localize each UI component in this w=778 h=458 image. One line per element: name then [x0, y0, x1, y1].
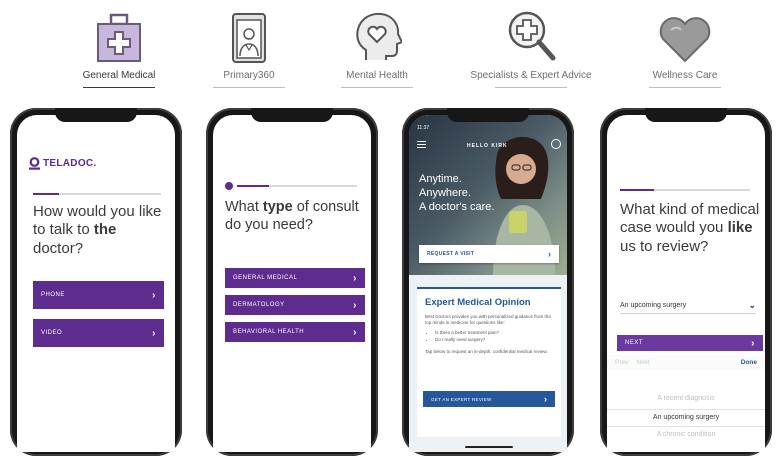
expert-review-label: GET AN EXPERT REVIEW — [431, 396, 492, 402]
expert-card: Expert Medical Opinion Best Doctors prov… — [417, 287, 561, 437]
expert-review-button[interactable]: GET AN EXPERT REVIEW › — [423, 391, 555, 407]
doctor-card-icon — [232, 13, 266, 63]
category-specialists[interactable]: Specialists & Expert Advice — [456, 8, 606, 88]
category-underline — [213, 87, 285, 88]
magnifier-plus-icon — [508, 11, 556, 61]
category-underline — [649, 87, 721, 88]
request-visit-button[interactable]: REQUEST A VISIT › — [419, 245, 559, 263]
phone-3-screen: 11:37 HELLO KIRK Anytime. Anywhere. A doct… — [409, 115, 567, 452]
chevron-right-icon: › — [353, 272, 357, 284]
chevron-right-icon: › — [548, 249, 551, 259]
general-medical-option[interactable]: GENERAL MEDICAL › — [225, 268, 365, 288]
phone-1-screen: TELADOC. How would you like to talk to t… — [17, 115, 175, 452]
phone-2: What type of consult do you need? GENERA… — [206, 108, 378, 456]
chevron-right-icon: › — [152, 289, 156, 301]
back-arrow-icon[interactable] — [225, 182, 233, 190]
chevron-right-icon: › — [353, 299, 357, 311]
greeting-header: HELLO KIRK — [467, 143, 508, 149]
category-general-medical[interactable]: General Medical — [44, 8, 194, 88]
list-item: Do I really need surgery? — [435, 337, 561, 344]
category-label: Mental Health — [346, 70, 408, 81]
picker-option[interactable]: A recent diagnosis — [607, 395, 765, 409]
category-label: Specialists & Expert Advice — [470, 70, 592, 81]
select-value: An upcoming surgery — [620, 301, 687, 309]
question-text: What kind of medical case would you like… — [620, 201, 760, 255]
card-body: Best Doctors provides you with personali… — [425, 314, 551, 326]
medical-kit-icon — [97, 13, 141, 62]
head-heart-icon — [356, 12, 402, 60]
picker-next-button[interactable]: Next — [636, 359, 649, 366]
option-label: BEHAVIORAL HEALTH — [233, 329, 305, 335]
heart-icon — [659, 17, 711, 63]
category-underline — [495, 87, 567, 88]
video-option-button[interactable]: VIDEO › — [33, 319, 164, 347]
card-bullets: Is there a better treatment plan? Do I r… — [417, 330, 561, 344]
picker-done-button[interactable]: Done — [741, 359, 757, 366]
chevron-right-icon: › — [152, 327, 156, 339]
picker-option[interactable]: A chronic condition — [607, 427, 765, 441]
card-footer: Tap below to request an in-depth, confid… — [425, 348, 548, 354]
notch — [447, 108, 529, 122]
phone-1: TELADOC. How would you like to talk to t… — [10, 108, 182, 456]
chat-icon[interactable] — [551, 139, 561, 149]
phone-4-screen: What kind of medical case would you like… — [607, 115, 765, 452]
category-mental-health[interactable]: Mental Health — [302, 8, 452, 88]
chevron-right-icon: › — [544, 394, 547, 404]
chevron-down-icon: ⌄ — [748, 299, 756, 310]
option-label: DERMATOLOGY — [233, 302, 285, 308]
home-indicator — [465, 446, 513, 448]
option-label: VIDEO — [41, 330, 63, 336]
list-item: Is there a better treatment plan? — [435, 330, 561, 337]
chevron-right-icon: › — [353, 326, 357, 338]
phone-3: 11:37 HELLO KIRK Anytime. Anywhere. A doct… — [402, 108, 574, 456]
teladoc-wordmark: TELADOC. — [43, 158, 97, 169]
teladoc-logo-icon — [29, 157, 40, 170]
phone-2-screen: What type of consult do you need? GENERA… — [213, 115, 371, 452]
picker-toolbar: Prev Next Done — [607, 355, 765, 369]
option-picker[interactable]: A recent diagnosis An upcoming surgery A… — [607, 395, 765, 441]
chevron-right-icon: › — [751, 337, 755, 349]
option-label: PHONE — [41, 292, 65, 298]
next-label: NEXT — [625, 340, 644, 346]
dermatology-option[interactable]: DERMATOLOGY › — [225, 295, 365, 315]
hero-tagline: Anytime. Anywhere. A doctor's care. — [419, 173, 495, 213]
picker-option-selected[interactable]: An upcoming surgery — [607, 409, 765, 427]
progress-bar — [620, 189, 750, 191]
status-time: 11:37 — [417, 125, 430, 131]
behavioral-health-option[interactable]: BEHAVIORAL HEALTH › — [225, 322, 365, 342]
notch — [251, 108, 333, 122]
teladoc-logo: TELADOC. — [29, 157, 97, 170]
picker-prev-button[interactable]: Prev — [615, 359, 628, 366]
question-text: What type of consult do you need? — [225, 199, 359, 233]
option-label: GENERAL MEDICAL — [233, 275, 298, 281]
request-visit-label: REQUEST A VISIT — [427, 251, 475, 257]
question-text: How would you like to talk to the doctor… — [33, 203, 162, 257]
notch — [55, 108, 137, 122]
notch — [645, 108, 727, 122]
phone-4: What kind of medical case would you like… — [600, 108, 772, 456]
menu-icon[interactable] — [417, 141, 426, 148]
next-button[interactable]: NEXT › — [617, 335, 763, 351]
category-underline — [341, 87, 413, 88]
progress-bar — [237, 185, 357, 187]
progress-bar — [33, 193, 161, 195]
phone-option-button[interactable]: PHONE › — [33, 281, 164, 309]
category-wellness-care[interactable]: Wellness Care — [610, 8, 760, 88]
category-label: General Medical — [82, 70, 156, 81]
card-title: Expert Medical Opinion — [425, 297, 531, 308]
case-type-select[interactable]: An upcoming surgery ⌄ — [620, 297, 756, 314]
category-underline — [83, 87, 155, 88]
category-label: Wellness Care — [652, 70, 718, 81]
